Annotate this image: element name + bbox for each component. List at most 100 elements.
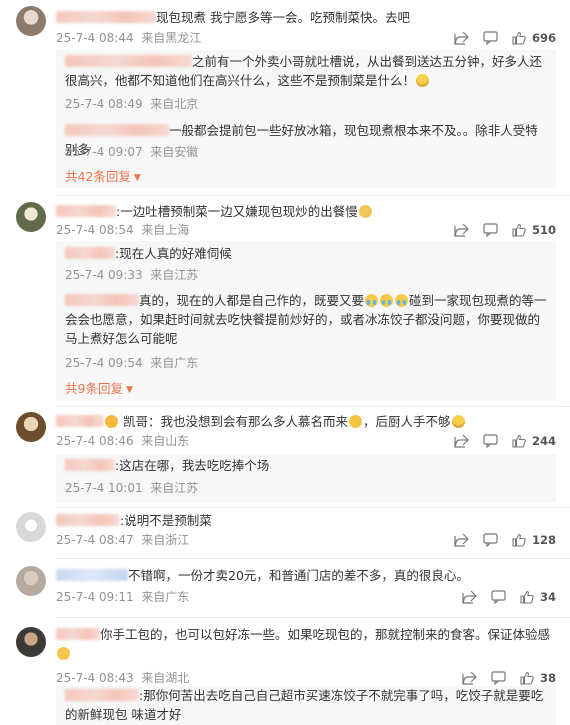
share-icon [462,590,477,604]
comment-text: 你手工包的，也可以包好冻一些。如果吃现包的，那就控制来的食客。保证体验感 [56,625,556,663]
like-count: 34 [539,590,556,604]
comment-meta: 25-7-4 08:47 来自浙江 [56,533,190,547]
like-count: 38 [539,671,556,685]
comment-icon [483,434,498,448]
share-button[interactable] [454,223,469,237]
thumbs-up-icon [512,31,526,45]
comment-text: 凯哥：我也没想到会有那么多人慕名而来 ，后厨人手不够 [56,412,556,431]
share-icon [462,671,477,685]
reply-button[interactable] [491,671,506,685]
comment-text: :说明不是预制菜 [56,511,556,530]
comment-actions: 38 [462,670,556,686]
blurred-username[interactable] [56,569,128,581]
reply-text: :这店在哪，我去吃吃捧个场 [65,456,547,475]
avatar[interactable] [16,412,46,442]
reply-button[interactable] [483,533,498,547]
comment-icon [491,671,506,685]
like-button[interactable]: 510 [512,223,556,237]
reply-button[interactable] [483,223,498,237]
share-button[interactable] [462,671,477,685]
like-count: 696 [531,31,556,45]
grin-emoji-icon [416,74,430,87]
blurred-username[interactable] [65,459,115,471]
like-button[interactable]: 34 [520,590,556,604]
divider [56,558,570,559]
comment-meta: 25-7-4 08:54 来自上海 [56,223,190,237]
replies-panel: :那你何苦出去吃自己自己超市买速冻饺子不就完事了吗，吃饺子就是要吃的新鲜现包 味… [56,686,556,725]
divider [56,406,570,407]
reply-meta: 25-7-4 10:01 来自江苏 [65,481,199,495]
like-button[interactable]: 696 [512,31,556,45]
replies-panel: 之前有一个外卖小哥就吐槽说，从出餐到送达五分钟，好多人还很高兴，他都不知道他们在… [56,50,556,188]
sweat-emoji-icon [349,415,363,428]
reply-text: :那你何苦出去吃自己自己超市买速冻饺子不就完事了吗，吃饺子就是要吃的新鲜现包 味… [65,688,544,722]
reply-text: 真的，现在的人都是自己作的，既要又要 碰到一家现包现煮的等一会会也愿意，如果赶时间… [65,293,547,346]
crying-emoji-icon [365,294,379,307]
comment-text: 不错啊，一份才卖20元，和普通门店的差不多，真的很良心。 [56,566,556,585]
divider [56,617,570,618]
blurred-username[interactable] [65,689,139,701]
laugh-emoji-icon [451,415,465,428]
blurred-username[interactable] [56,628,100,640]
thumbs-up-icon [512,223,526,237]
view-more-replies[interactable]: 共42条回复 ▼ [65,166,141,185]
crying-emoji-icon [395,294,409,307]
avatar[interactable] [16,627,46,657]
chevron-down-icon: ▼ [133,173,141,183]
avatar[interactable] [16,512,46,542]
blurred-username[interactable] [65,55,192,67]
chevron-down-icon: ▼ [125,385,133,395]
thumbs-up-icon [520,590,534,604]
reply-meta: 25-7-4 09:07 来自安徽 [65,145,199,159]
blurred-username[interactable] [65,247,115,259]
comment-text: 现包现煮 我宁愿多等一会。吃预制菜快。去吧 [56,8,556,27]
divider [56,195,570,196]
comment-icon [483,31,498,45]
view-more-replies[interactable]: 共9条回复 ▼ [65,378,133,397]
comment-meta: 25-7-4 09:11 来自广东 [56,590,190,604]
share-button[interactable] [454,31,469,45]
reply-button[interactable] [483,434,498,448]
like-button[interactable]: 128 [512,533,556,547]
emoji-icon [358,205,372,218]
reply-meta: 25-7-4 09:54 来自广东 [65,356,199,370]
blurred-username[interactable] [56,11,156,23]
comment-actions: 696 [454,30,556,46]
share-icon [454,434,469,448]
share-button[interactable] [454,434,469,448]
avatar[interactable] [16,6,46,36]
comment-text: :一边吐槽预制菜一边又嫌现包现炒的出餐慢 [56,202,556,221]
thumbs-up-icon [512,434,526,448]
comment-icon [483,223,498,237]
blurred-username[interactable] [65,124,169,136]
reply-button[interactable] [483,31,498,45]
emoji-icon [57,647,70,660]
like-count: 244 [531,434,556,448]
blurred-username[interactable] [65,294,139,306]
share-button[interactable] [462,590,477,604]
like-count: 510 [531,223,556,237]
like-count: 128 [531,533,556,547]
avatar[interactable] [16,202,46,232]
blurred-username[interactable] [56,514,120,526]
comment-actions: 128 [454,532,556,548]
share-icon [454,31,469,45]
comment-icon [483,533,498,547]
blurred-username[interactable] [56,205,116,217]
thumbs-up-icon [520,671,534,685]
comment-actions: 510 [454,222,556,238]
share-icon [454,223,469,237]
share-button[interactable] [454,533,469,547]
reply-meta: 25-7-4 09:33 来自江苏 [65,268,199,282]
comment-actions: 34 [462,589,556,605]
like-button[interactable]: 38 [520,671,556,685]
reply-button[interactable] [491,590,506,604]
avatar[interactable] [16,566,46,596]
like-button[interactable]: 244 [512,434,556,448]
replies-panel: :现在人真的好难伺候 25-7-4 09:33 来自江苏 真的，现在的人都是自己… [56,241,556,401]
reply-text: :现在人真的好难伺候 [65,244,547,263]
comment-actions: 244 [454,433,556,449]
comment-icon [491,590,506,604]
blurred-username[interactable] [56,415,104,427]
crying-emoji-icon [380,294,394,307]
